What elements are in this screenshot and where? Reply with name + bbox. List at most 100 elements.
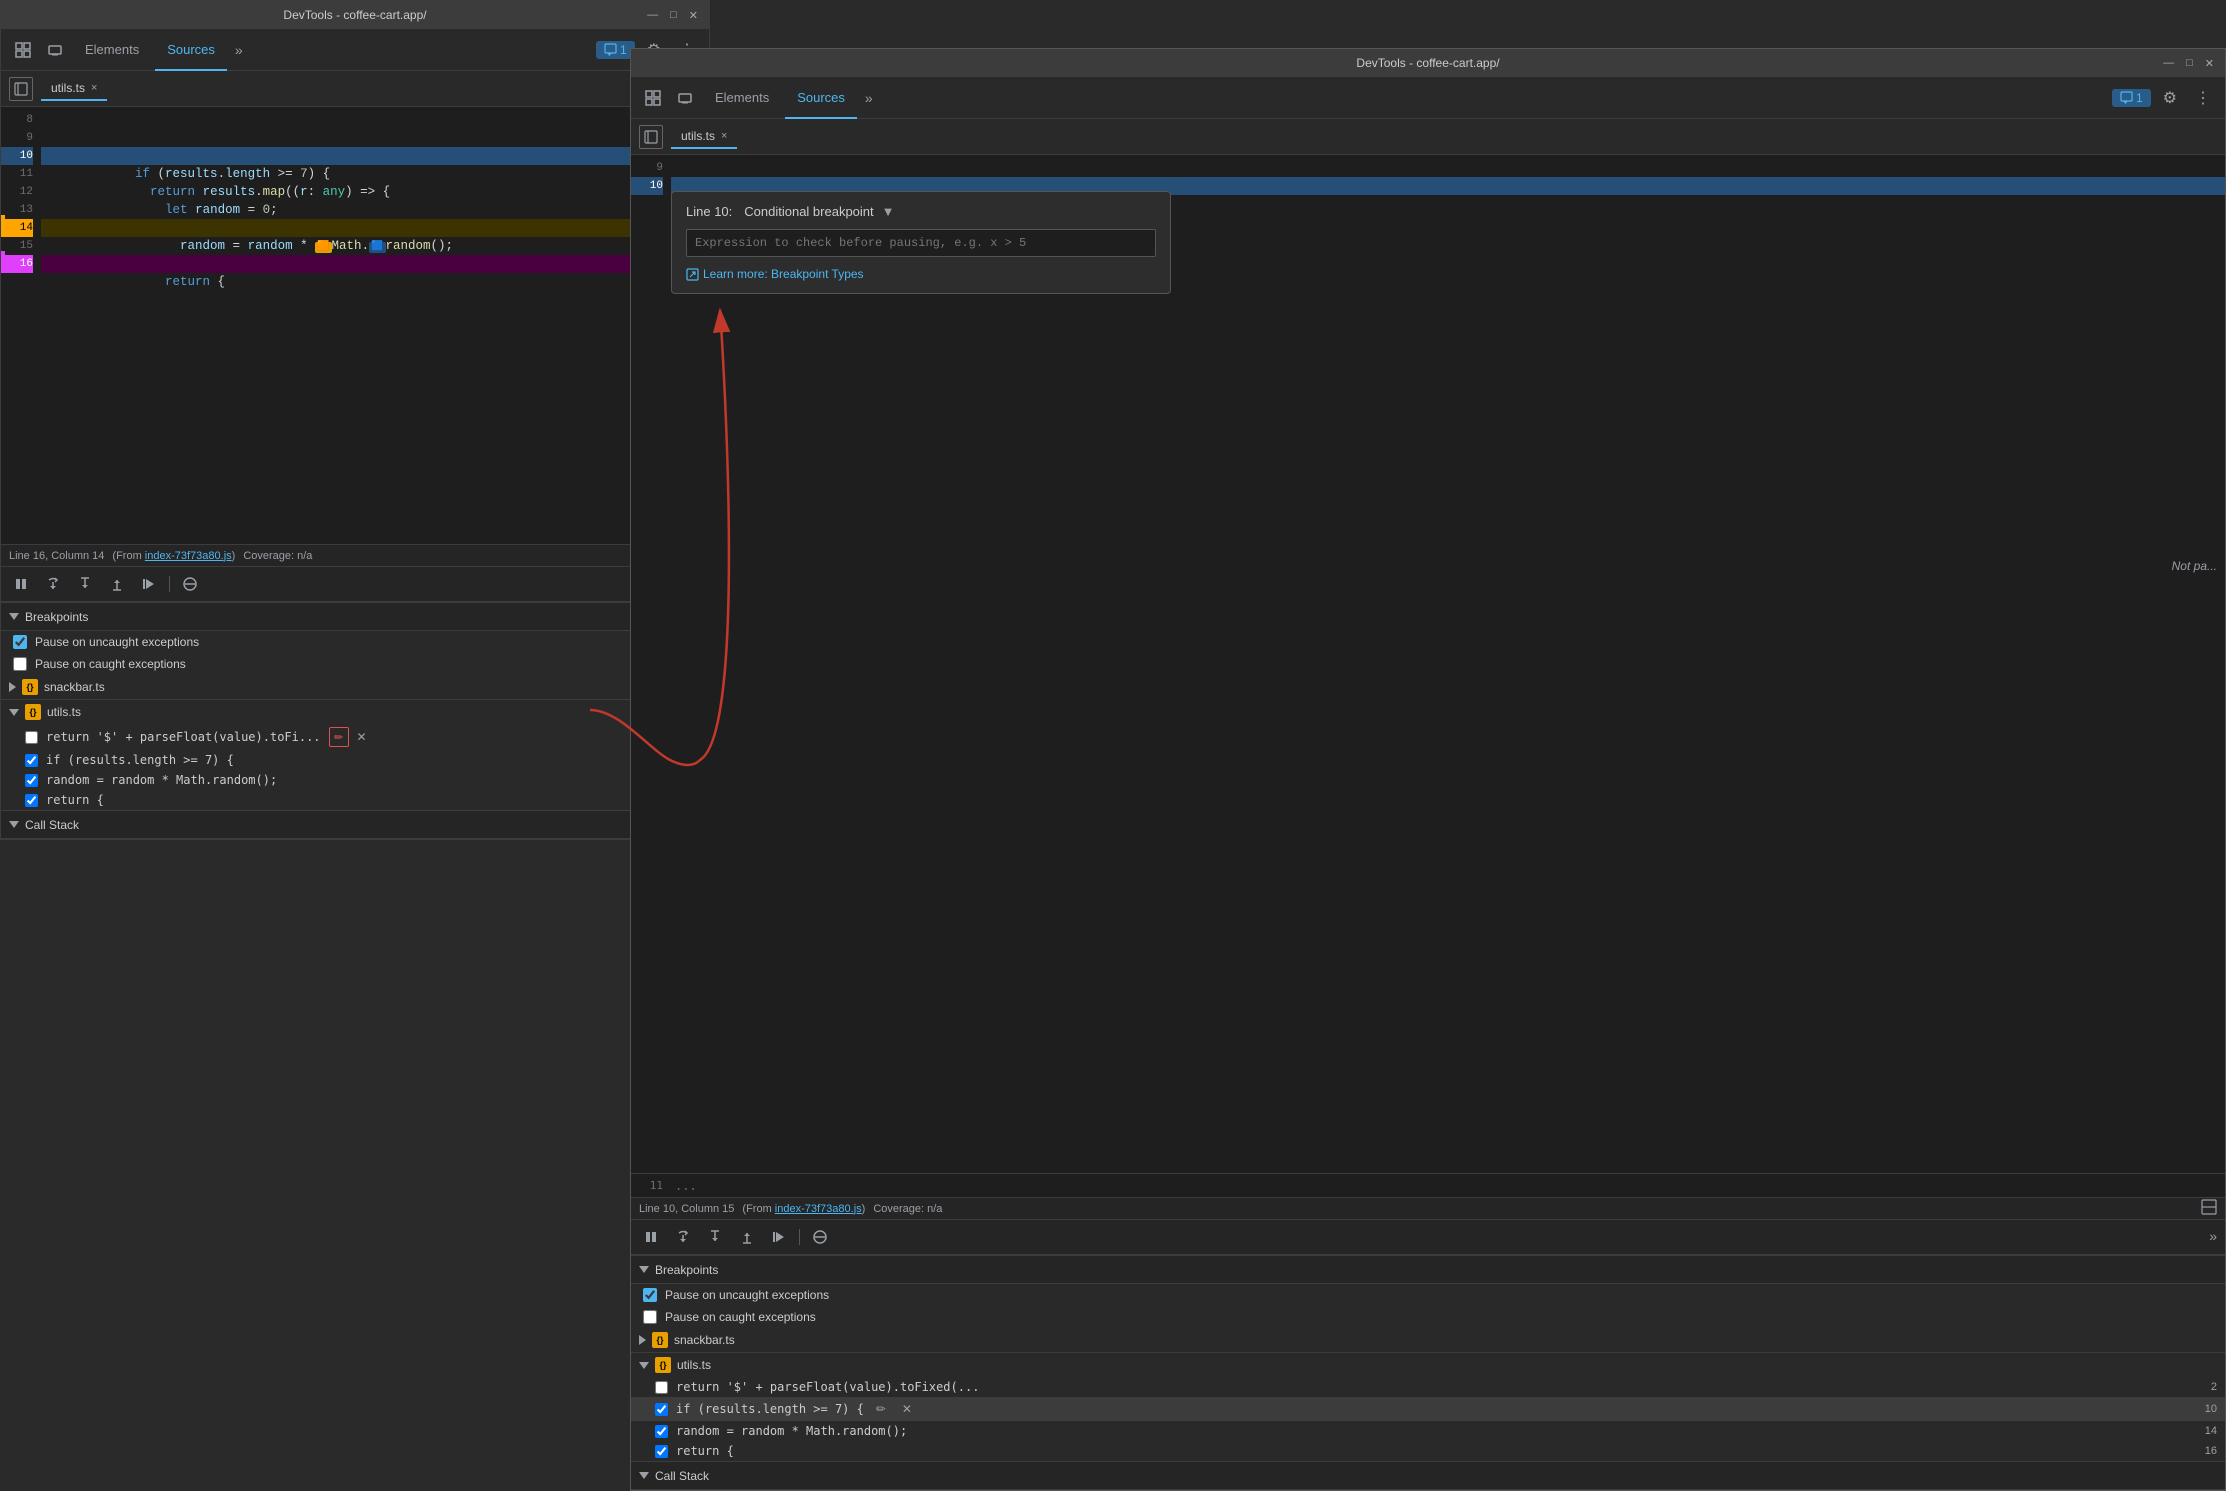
pause-uncaught-checkbox-left[interactable] bbox=[13, 635, 27, 649]
callstack-header-left[interactable]: Call Stack bbox=[1, 811, 709, 839]
inspect-icon[interactable] bbox=[9, 36, 37, 64]
bp-2-edit-right[interactable]: ✏ bbox=[872, 1400, 890, 1418]
step-over-btn-right[interactable] bbox=[671, 1225, 695, 1249]
callstack-header-right[interactable]: Call Stack bbox=[631, 1462, 2225, 1490]
maximize-btn-left[interactable]: □ bbox=[667, 9, 680, 21]
status-position-right: Line 10, Column 15 bbox=[639, 1203, 734, 1215]
collapse-icon-left bbox=[9, 613, 19, 620]
message-badge-right[interactable]: 1 bbox=[2112, 89, 2151, 107]
from-link-right[interactable]: index-73f73a80.js bbox=[775, 1203, 862, 1215]
device-icon-right[interactable] bbox=[671, 84, 699, 112]
filetab-close-right[interactable]: × bbox=[721, 130, 727, 142]
bp-item-1-right[interactable]: return '$' + parseFloat(value).toFixed(.… bbox=[631, 1377, 2225, 1397]
tab-elements-left[interactable]: Elements bbox=[73, 30, 151, 71]
file-group-snackbar-left: {} snackbar.ts bbox=[1, 675, 709, 700]
snackbar-header-right[interactable]: {} snackbar.ts bbox=[631, 1328, 2225, 1352]
expand-panel-btn[interactable]: » bbox=[2209, 1228, 2217, 1246]
filetabs-right: utils.ts × bbox=[631, 119, 2225, 155]
debug-toolbar-left bbox=[1, 566, 709, 602]
filetab-utils-left[interactable]: utils.ts × bbox=[41, 77, 107, 101]
tab-sources-right[interactable]: Sources bbox=[785, 78, 857, 119]
bp-1-checkbox-left[interactable] bbox=[25, 731, 38, 744]
bp-item-4-left[interactable]: return { 16 bbox=[1, 790, 709, 810]
utils-filename-right: utils.ts bbox=[677, 1358, 711, 1372]
bp-3-text-left: random = random * Math.random(); bbox=[46, 773, 277, 787]
from-link-left[interactable]: index-73f73a80.js bbox=[145, 550, 232, 562]
collapse-icon-right bbox=[639, 1266, 649, 1273]
code-line-9-right: export function slowProcessing(results: … bbox=[671, 159, 2225, 177]
snackbar-file-icon-left: {} bbox=[22, 679, 38, 695]
bp-item-3-left[interactable]: random = random * Math.random(); 14 bbox=[1, 770, 709, 790]
expand-snackbar-right bbox=[639, 1335, 646, 1345]
breakpoints-panel-left: Breakpoints Pause on uncaught exceptions… bbox=[1, 602, 709, 811]
bp-1-checkbox-right[interactable] bbox=[655, 1381, 668, 1394]
pause-caught-checkbox-left[interactable] bbox=[13, 657, 27, 671]
bp-1-cross-left[interactable]: ✕ bbox=[357, 730, 367, 744]
bp-item-4-right[interactable]: return { 16 bbox=[631, 1441, 2225, 1461]
bp-item-2-left[interactable]: if (results.length >= 7) { 10 bbox=[1, 750, 709, 770]
settings-icon-right[interactable]: ⚙ bbox=[2157, 84, 2183, 112]
close-btn-left[interactable]: ✕ bbox=[686, 9, 701, 22]
bp-4-checkbox-right[interactable] bbox=[655, 1445, 668, 1458]
close-btn-right[interactable]: ✕ bbox=[2202, 57, 2217, 70]
pause-uncaught-checkbox-right[interactable] bbox=[643, 1288, 657, 1302]
cbp-dropdown-icon[interactable]: ▼ bbox=[882, 204, 895, 219]
status-from-right: (From index-73f73a80.js) bbox=[742, 1203, 865, 1215]
maximize-btn-right[interactable]: □ bbox=[2183, 57, 2196, 69]
bp-2-delete-right[interactable]: ✕ bbox=[898, 1400, 916, 1418]
bp-item-3-right[interactable]: random = random * Math.random(); 14 bbox=[631, 1421, 2225, 1441]
more-tabs-left[interactable]: » bbox=[231, 38, 247, 62]
bp-4-checkbox-left[interactable] bbox=[25, 794, 38, 807]
file-group-utils-right: {} utils.ts return '$' + parseFloat(valu… bbox=[631, 1353, 2225, 1462]
inspect-icon-right[interactable] bbox=[639, 84, 667, 112]
bp-3-checkbox-right[interactable] bbox=[655, 1425, 668, 1438]
filetab-utils-right[interactable]: utils.ts × bbox=[671, 125, 737, 149]
filetab-close-left[interactable]: × bbox=[91, 82, 97, 94]
bp-2-text-right: if (results.length >= 7) { bbox=[676, 1402, 864, 1416]
filetab-name-right: utils.ts bbox=[681, 129, 715, 143]
pause-btn-right[interactable] bbox=[639, 1225, 663, 1249]
pause-btn-left[interactable] bbox=[9, 572, 33, 596]
bp-2-checkbox-left[interactable] bbox=[25, 754, 38, 767]
tab-sources-left[interactable]: Sources bbox=[155, 30, 227, 71]
step-out-btn-right[interactable] bbox=[735, 1225, 759, 1249]
breakpoints-panel-right: Breakpoints Pause on uncaught exceptions… bbox=[631, 1255, 2225, 1462]
breakpoints-header-right[interactable]: Breakpoints bbox=[631, 1256, 2225, 1284]
line-numbers-right: 9 10 bbox=[631, 155, 671, 1173]
deactivate-btn-right[interactable] bbox=[808, 1225, 832, 1249]
collapse-right-btn[interactable] bbox=[2201, 1199, 2217, 1218]
bp-item-1-left[interactable]: return '$' + parseFloat(value).toFi... ✏… bbox=[1, 724, 709, 750]
deactivate-btn-left[interactable] bbox=[178, 572, 202, 596]
minimize-btn-left[interactable]: — bbox=[644, 9, 661, 21]
sidebar-toggle-right[interactable] bbox=[639, 125, 663, 149]
learn-more-link[interactable]: Learn more: Breakpoint Types bbox=[686, 267, 1156, 281]
more-tabs-right[interactable]: » bbox=[861, 86, 877, 110]
status-from-left: (From index-73f73a80.js) bbox=[112, 550, 235, 562]
utils-header-left[interactable]: {} utils.ts bbox=[1, 700, 709, 724]
pause-caught-checkbox-right[interactable] bbox=[643, 1310, 657, 1324]
more-options-right[interactable]: ⋮ bbox=[2189, 84, 2217, 112]
step-into-btn-left[interactable] bbox=[73, 572, 97, 596]
device-icon[interactable] bbox=[41, 36, 69, 64]
continue-btn-left[interactable] bbox=[137, 572, 161, 596]
step-over-btn-left[interactable] bbox=[41, 572, 65, 596]
snackbar-header-left[interactable]: {} snackbar.ts bbox=[1, 675, 709, 699]
bp-item-2-right[interactable]: if (results.length >= 7) { ✏ ✕ 10 bbox=[631, 1397, 2225, 1421]
breakpoints-label-right: Breakpoints bbox=[655, 1263, 718, 1277]
utils-header-right[interactable]: {} utils.ts bbox=[631, 1353, 2225, 1377]
cbp-expression-input[interactable] bbox=[686, 229, 1156, 257]
utils-filename-left: utils.ts bbox=[47, 705, 81, 719]
sidebar-toggle-left[interactable] bbox=[9, 77, 33, 101]
minimize-btn-right[interactable]: — bbox=[2160, 57, 2177, 69]
step-out-btn-left[interactable] bbox=[105, 572, 129, 596]
message-badge-left[interactable]: 1 bbox=[596, 41, 635, 59]
continue-btn-right[interactable] bbox=[767, 1225, 791, 1249]
bp-3-checkbox-left[interactable] bbox=[25, 774, 38, 787]
code-line-13: for (let i = 0; i < 1000 * 1000 * 10; i bbox=[41, 201, 709, 219]
devtools-panel-right: DevTools - coffee-cart.app/ — □ ✕ Elemen… bbox=[630, 48, 2226, 1491]
breakpoints-header-left[interactable]: Breakpoints bbox=[1, 603, 709, 631]
tab-elements-right[interactable]: Elements bbox=[703, 78, 781, 119]
bp-2-checkbox-right[interactable] bbox=[655, 1403, 668, 1416]
bp-1-edit-left[interactable]: ✏ bbox=[329, 727, 349, 747]
step-into-btn-right[interactable] bbox=[703, 1225, 727, 1249]
